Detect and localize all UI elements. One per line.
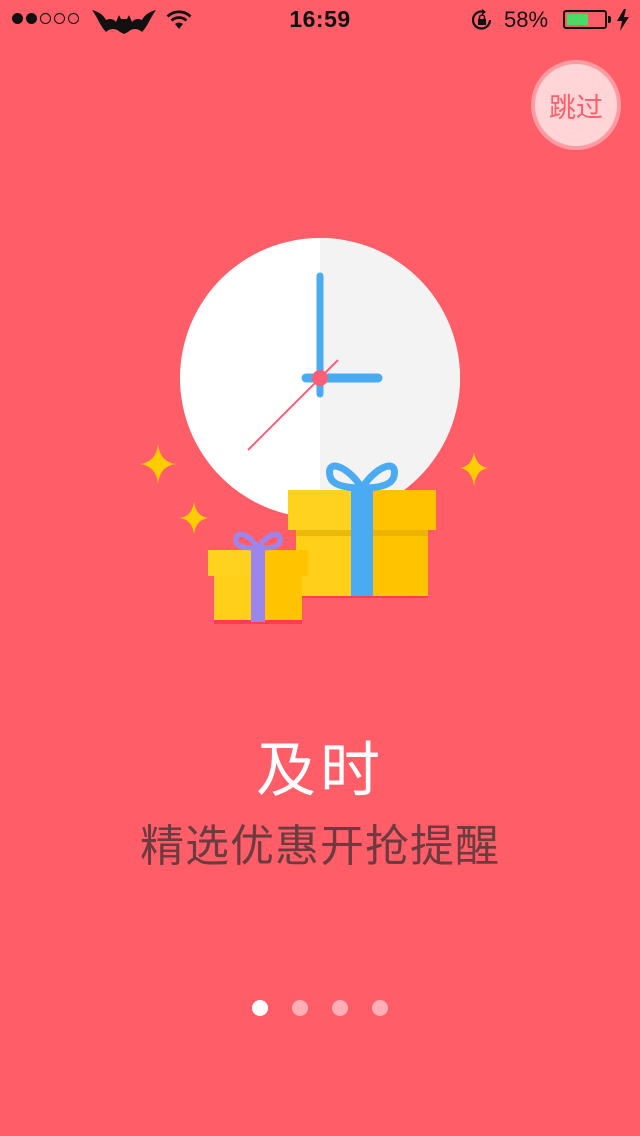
- status-bar: 16:59 58%: [0, 0, 640, 40]
- page-title: 及时: [256, 736, 384, 806]
- battery-icon: [563, 10, 611, 29]
- rotation-lock-icon: [471, 9, 492, 30]
- skip-button[interactable]: 跳过: [531, 60, 621, 150]
- skip-button-label: 跳过: [549, 92, 603, 124]
- page-dot[interactable]: [372, 1000, 388, 1016]
- page-dot[interactable]: [252, 1000, 268, 1016]
- page-indicator: [0, 1000, 640, 1016]
- page-subtitle: 精选优惠开抢提醒: [140, 821, 500, 872]
- battery-percentage: 58%: [504, 7, 549, 32]
- page-dot[interactable]: [292, 1000, 308, 1016]
- page-dot[interactable]: [332, 1000, 348, 1016]
- small-gift-icon: [208, 531, 308, 624]
- charging-bolt-icon: [617, 9, 629, 31]
- clock-gift-illustration: [140, 238, 488, 624]
- clock-icon: [180, 238, 460, 518]
